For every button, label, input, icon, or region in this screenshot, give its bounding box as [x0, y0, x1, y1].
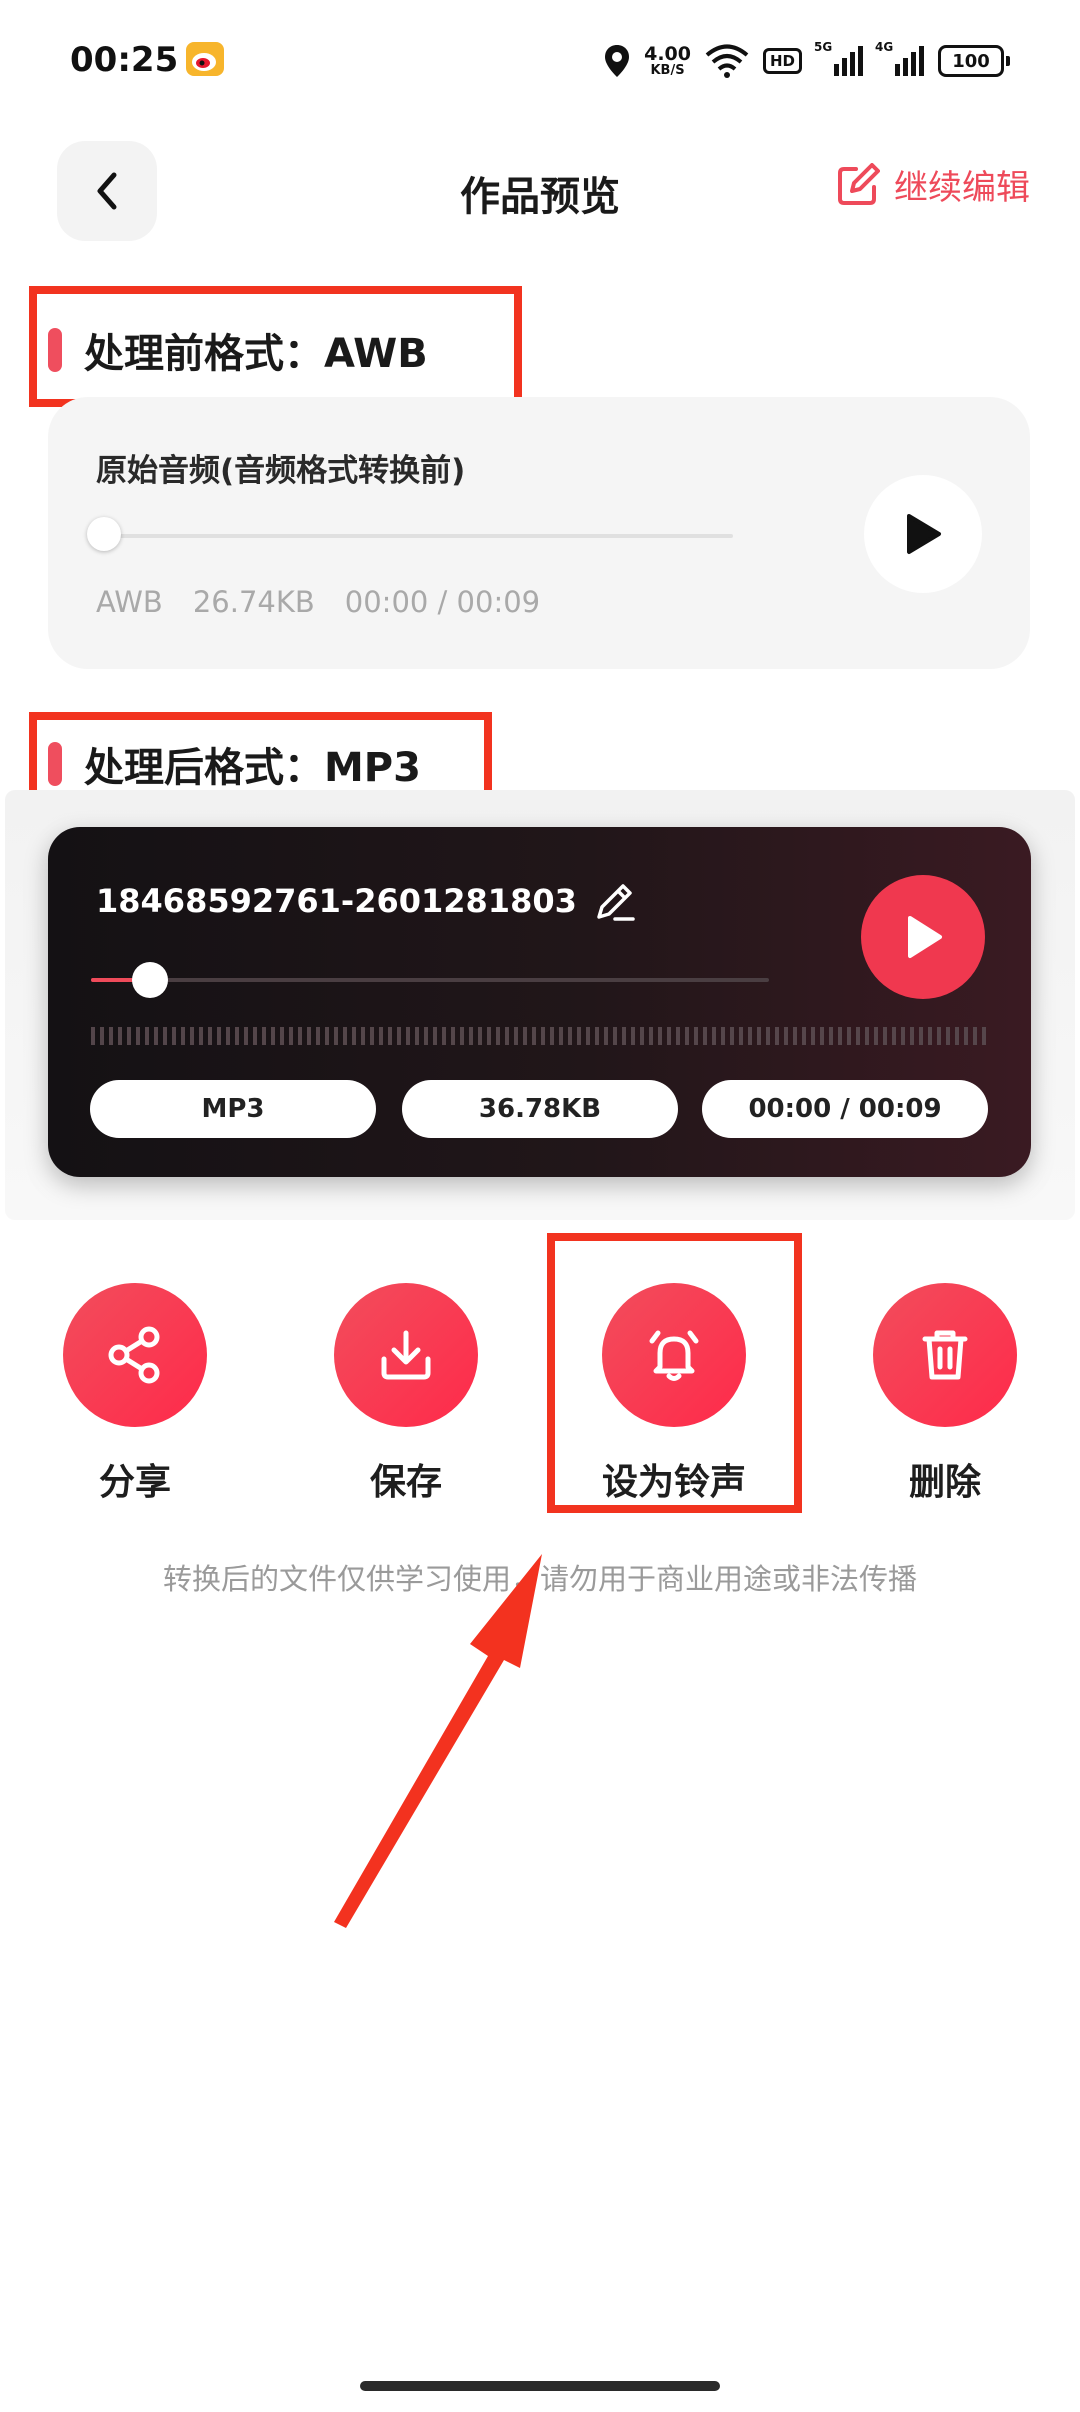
weibo-notification-icon: [186, 42, 224, 76]
format-pill: MP3: [90, 1080, 376, 1138]
share-button[interactable]: 分享: [35, 1283, 235, 1505]
signal-5g-label: 5G: [814, 40, 833, 54]
time-pill: 00:00 / 00:09: [702, 1080, 988, 1138]
network-speed-value: 4.00: [644, 43, 691, 65]
original-progress-thumb[interactable]: [87, 517, 121, 551]
processed-time: 00:00 / 00:09: [748, 1094, 942, 1124]
annotation-arrow: [334, 1554, 542, 1928]
edit-icon: [838, 162, 880, 205]
original-audio-card: 原始音频(音频格式转换前) AWB 26.74KB 00:00 / 00:09: [48, 397, 1030, 669]
processed-format: MP3: [201, 1094, 265, 1124]
delete-label: 删除: [908, 1462, 981, 1503]
signal-4g-label: 4G: [875, 40, 894, 54]
set-ringtone-button[interactable]: 设为铃声: [574, 1283, 774, 1505]
section-accent-bar: [48, 742, 62, 786]
processed-file-name: 18468592761-2601281803: [96, 882, 577, 920]
play-icon: [908, 916, 942, 958]
pencil-icon[interactable]: [593, 879, 637, 923]
network-speed-unit: KB/S: [650, 63, 685, 78]
processed-audio-card: 18468592761-2601281803 MP3 36.78KB 00:00…: [48, 827, 1031, 1177]
share-icon: [108, 1326, 160, 1384]
before-format-title: 处理前格式：AWB: [48, 321, 428, 379]
original-audio-meta: AWB 26.74KB 00:00 / 00:09: [96, 585, 540, 619]
continue-edit-label: 继续编辑: [894, 168, 1030, 208]
status-icons: 4.00 KB/S HD 5G 4G 100: [604, 38, 1010, 84]
ringtone-circle: [602, 1283, 746, 1427]
save-button[interactable]: 保存: [306, 1283, 506, 1505]
before-format-label: 处理前格式：AWB: [84, 331, 428, 377]
original-format: AWB: [96, 585, 163, 619]
section-accent-bar: [48, 328, 62, 372]
set-ringtone-label: 设为铃声: [601, 1462, 746, 1503]
bell-icon: [649, 1330, 699, 1381]
play-icon: [907, 514, 941, 554]
save-label: 保存: [369, 1462, 442, 1503]
processed-play-button[interactable]: [861, 875, 985, 999]
signal-5g-icon: 5G: [814, 40, 863, 76]
location-icon: [605, 45, 630, 77]
download-icon: [381, 1330, 431, 1380]
battery-level: 100: [938, 45, 1004, 77]
waveform: [91, 1027, 986, 1045]
original-play-button[interactable]: [864, 475, 982, 593]
delete-circle: [873, 1283, 1017, 1427]
battery-icon: 100: [938, 45, 1010, 77]
hd-badge: HD: [762, 48, 802, 74]
wifi-icon: [705, 44, 749, 78]
size-pill: 36.78KB: [402, 1080, 678, 1138]
original-progress-track[interactable]: [103, 534, 733, 538]
home-indicator[interactable]: [360, 2381, 720, 2391]
signal-4g-icon: 4G: [875, 40, 924, 76]
processed-file-name-row: 18468592761-2601281803: [96, 879, 637, 923]
original-size: 26.74KB: [192, 585, 315, 619]
original-time: 00:00 / 00:09: [344, 585, 541, 619]
status-time: 00:25: [70, 40, 179, 80]
processed-size: 36.78KB: [478, 1094, 602, 1124]
delete-button[interactable]: 删除: [845, 1283, 1045, 1505]
save-circle: [334, 1283, 478, 1427]
trash-icon: [922, 1330, 968, 1380]
share-label: 分享: [98, 1462, 171, 1503]
share-circle: [63, 1283, 207, 1427]
after-format-title: 处理后格式：MP3: [48, 735, 421, 793]
original-audio-title: 原始音频(音频格式转换前): [96, 453, 466, 489]
processed-progress-thumb[interactable]: [132, 962, 168, 998]
network-speed: 4.00 KB/S: [644, 43, 691, 78]
continue-edit-button[interactable]: 继续编辑: [836, 160, 1030, 209]
processed-progress-track[interactable]: [91, 978, 769, 982]
after-format-label: 处理后格式：MP3: [84, 745, 421, 791]
